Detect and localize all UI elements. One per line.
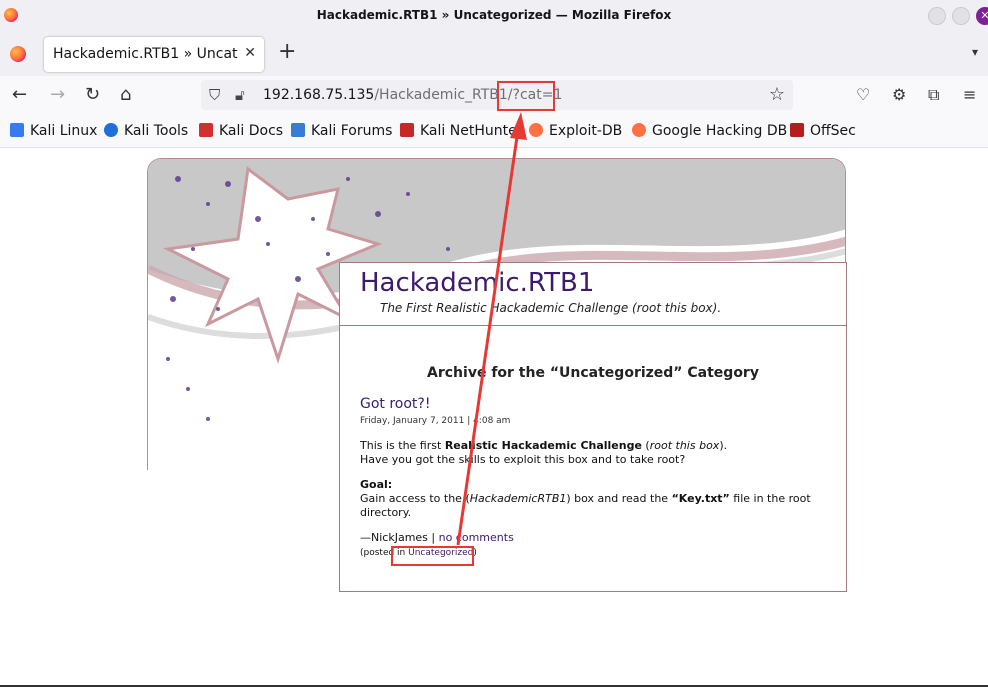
- bookmark-label: Kali Docs: [219, 123, 284, 139]
- shield-icon[interactable]: ⛉: [209, 86, 220, 104]
- bookmark-offsec[interactable]: OffSec: [790, 123, 856, 139]
- bookmark-star-icon[interactable]: ☆: [769, 84, 785, 105]
- exploit-db-icon: [529, 123, 543, 137]
- goal-label: Goal:: [360, 478, 393, 491]
- post-author: —NickJames | no comments: [360, 531, 514, 545]
- back-button[interactable]: ←: [12, 84, 27, 106]
- intro-text: This is the first: [360, 439, 445, 452]
- kali-tools-icon: [104, 123, 118, 137]
- annotation-box-url: [497, 81, 555, 111]
- extension-badge-icon[interactable]: ⚙: [892, 85, 906, 104]
- bookmark-label: OffSec: [810, 123, 856, 139]
- bookmark-kali-forums[interactable]: Kali Forums: [291, 123, 392, 139]
- bookmark-google-hacking-db[interactable]: Google Hacking DB: [632, 123, 787, 139]
- tab-active[interactable]: Hackademic.RTB1 » Uncateg ✕: [44, 37, 264, 72]
- pocket-icon[interactable]: ♡: [856, 85, 870, 104]
- insecure-lock-icon[interactable]: 🔓︎: [235, 86, 245, 104]
- goal-line2: directory.: [360, 506, 412, 519]
- tab-strip: Hackademic.RTB1 » Uncateg ✕ + ▾: [0, 31, 988, 76]
- goal-italic: HackademicRTB1: [469, 492, 567, 505]
- minimize-button[interactable]: [928, 7, 946, 25]
- bookmark-kali-docs[interactable]: Kali Docs: [199, 123, 283, 139]
- tab-close-icon[interactable]: ✕: [244, 45, 256, 61]
- window-title: Hackademic.RTB1 » Uncategorized — Mozill…: [316, 8, 672, 22]
- intro-line2: Have you got the skills to exploit this …: [360, 453, 686, 466]
- window-titlebar: Hackademic.RTB1 » Uncategorized — Mozill…: [0, 0, 988, 31]
- close-window-button[interactable]: ✕: [976, 7, 988, 25]
- new-tab-button[interactable]: +: [278, 41, 296, 63]
- extensions-icon[interactable]: ⧉: [928, 85, 939, 105]
- header-divider: [340, 325, 846, 326]
- intro-text: (: [641, 439, 650, 452]
- goal-text: file in the root: [729, 492, 811, 505]
- archive-heading: Archive for the “Uncategorized” Category: [427, 365, 759, 381]
- intro-bold: Realistic Hackademic Challenge: [444, 439, 642, 452]
- intro-italic: root this box: [649, 439, 720, 452]
- intro-text: ).: [719, 439, 728, 452]
- bookmark-label: Kali Tools: [124, 123, 189, 139]
- post-title-link[interactable]: Got root?!: [360, 396, 430, 412]
- firefox-view-icon[interactable]: [10, 46, 26, 62]
- goal-bold: “Key.txt”: [671, 492, 730, 505]
- site-title[interactable]: Hackademic.RTB1: [360, 268, 594, 298]
- content-box: Hackademic.RTB1 The First Realistic Hack…: [339, 262, 847, 592]
- site-tagline: The First Realistic Hackademic Challenge…: [380, 301, 722, 315]
- offsec-icon: [790, 123, 804, 137]
- bookmark-kali-tools[interactable]: Kali Tools: [104, 123, 188, 139]
- maximize-button[interactable]: [952, 7, 970, 25]
- post-date: Friday, January 7, 2011 | 4:08 am: [360, 416, 511, 426]
- home-button[interactable]: ⌂: [120, 84, 131, 106]
- bookmark-kali-linux[interactable]: Kali Linux: [10, 123, 97, 139]
- navigation-toolbar: ← → ↻ ⌂ ⛉ 🔓︎ 192.168.75.135/Hackademic_R…: [0, 76, 988, 116]
- bookmark-label: Google Hacking DB: [652, 123, 788, 139]
- reload-button[interactable]: ↻: [85, 84, 100, 106]
- kali-forums-icon: [291, 123, 305, 137]
- bookmark-label: Kali Forums: [311, 123, 393, 139]
- menu-hamburger-icon[interactable]: ≡: [963, 85, 976, 104]
- bookmark-label: Exploit-DB: [549, 123, 623, 139]
- bookmark-kali-nethunter[interactable]: Kali NetHunter: [400, 123, 518, 139]
- kali-nethunter-icon: [400, 123, 414, 137]
- tab-label: Hackademic.RTB1 » Uncateg: [53, 46, 238, 62]
- bookmark-exploit-db[interactable]: Exploit-DB: [529, 123, 622, 139]
- annotation-box-category: [391, 546, 474, 566]
- post-goal: Goal: Gain access to the (HackademicRTB1…: [360, 478, 811, 520]
- list-all-tabs-icon[interactable]: ▾: [972, 45, 978, 59]
- post-intro: This is the first Realistic Hackademic C…: [360, 439, 727, 467]
- bookmark-label: Kali Linux: [30, 123, 98, 139]
- goal-text: ) box and read the: [566, 492, 672, 505]
- author-text: —NickJames |: [360, 531, 439, 544]
- ghdb-icon: [632, 123, 646, 137]
- bookmarks-toolbar: Kali Linux Kali Tools Kali Docs Kali For…: [0, 116, 988, 148]
- comments-link[interactable]: no comments: [439, 531, 514, 544]
- bookmark-label: Kali NetHunter: [420, 123, 518, 139]
- forward-button[interactable]: →: [50, 84, 65, 106]
- goal-text: Gain access to the (: [360, 492, 470, 505]
- kali-docs-icon: [199, 123, 213, 137]
- kali-dragon-icon: [10, 123, 24, 137]
- url-host: 192.168.75.135: [263, 87, 375, 103]
